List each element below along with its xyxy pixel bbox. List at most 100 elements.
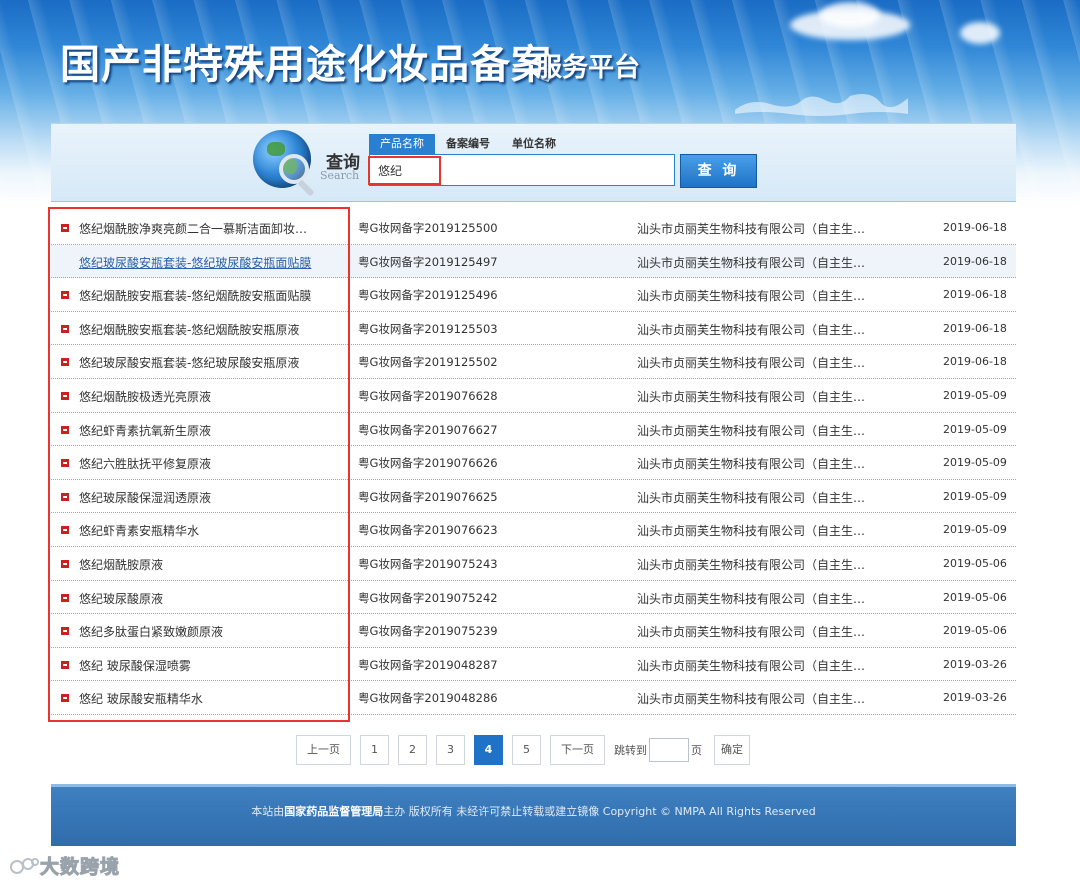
product-name-link[interactable]: 悠纪玻尿酸安瓶套装-悠纪玻尿酸安瓶面贴膜 (79, 254, 347, 271)
product-name-link[interactable]: 悠纪玻尿酸原液 (79, 590, 347, 607)
product-name-link[interactable]: 悠纪虾青素抗氧新生原液 (79, 422, 347, 439)
registration-number: 粤G妆网备字2019076627 (358, 422, 498, 437)
registration-number: 粤G妆网备字2019125496 (358, 288, 498, 303)
company-name: 汕头市贞丽芙生物科技有限公司（自主生… (637, 524, 866, 539)
table-row[interactable]: 悠纪玻尿酸保湿润透原液 粤G妆网备字2019076625 汕头市贞丽芙生物科技有限公… (51, 480, 1016, 514)
table-row[interactable]: 悠纪玻尿酸安瓶套装-悠纪玻尿酸安瓶原液 粤G妆网备字2019125502 汕头市贞丽… (51, 345, 1016, 379)
registration-number: 粤G妆网备字2019125502 (358, 355, 498, 370)
registration-date: 2019-06-18 (943, 321, 1007, 335)
registration-date: 2019-06-18 (943, 288, 1007, 302)
jump-confirm-button[interactable]: 确定 (714, 735, 750, 765)
product-name-link[interactable]: 悠纪烟酰胺净爽亮颜二合一慕斯洁面卸妆… (79, 220, 347, 237)
registration-date: 2019-05-09 (943, 456, 1007, 470)
bullet-icon (61, 559, 69, 568)
registration-date: 2019-05-06 (943, 624, 1007, 638)
company-name: 汕头市贞丽芙生物科技有限公司（自主生… (637, 457, 866, 472)
table-row[interactable]: 悠纪 玻尿酸安瓶精华水 粤G妆网备字2019048286 汕头市贞丽芙生物科技有限公… (51, 681, 1016, 715)
cloud-decoration (960, 22, 1000, 44)
product-name-link[interactable]: 悠纪玻尿酸安瓶套装-悠纪玻尿酸安瓶原液 (79, 354, 347, 371)
table-row[interactable]: 悠纪虾青素抗氧新生原液 粤G妆网备字2019076627 汕头市贞丽芙生物科技有限公… (51, 413, 1016, 447)
site-title: 国产非特殊用途化妆品备案 (60, 41, 552, 88)
company-name: 汕头市贞丽芙生物科技有限公司（自主生… (637, 658, 866, 673)
page-3-button[interactable]: 3 (436, 735, 465, 765)
bullet-icon (61, 425, 69, 434)
company-name: 汕头市贞丽芙生物科技有限公司（自主生… (637, 356, 866, 371)
bullet-icon (61, 694, 69, 703)
registration-number: 粤G妆网备字2019076625 (358, 489, 498, 504)
footer-agency-link[interactable]: 国家药品监督管理局 (284, 805, 383, 818)
prev-page-button[interactable]: 上一页 (296, 735, 351, 765)
product-name-link[interactable]: 悠纪烟酰胺原液 (79, 556, 347, 573)
product-name-link[interactable]: 悠纪烟酰胺安瓶套装-悠纪烟酰胺安瓶面贴膜 (79, 287, 347, 304)
watermark-text: 大数跨境 (39, 856, 121, 879)
page-4-button[interactable]: 4 (474, 735, 503, 765)
search-box (369, 154, 675, 186)
table-row[interactable]: 悠纪六胜肽抚平修复原液 粤G妆网备字2019076626 汕头市贞丽芙生物科技有限公… (51, 446, 1016, 480)
table-row[interactable]: 悠纪玻尿酸安瓶套装-悠纪玻尿酸安瓶面贴膜 粤G妆网备字2019125497 汕头市贞… (51, 244, 1016, 279)
registration-date: 2019-06-18 (943, 355, 1007, 369)
product-name-link[interactable]: 悠纪虾青素安瓶精华水 (79, 522, 347, 539)
table-row[interactable]: 悠纪烟酰胺安瓶套装-悠纪烟酰胺安瓶原液 粤G妆网备字2019125503 汕头市贞丽… (51, 312, 1016, 346)
magnifier-handle-icon (297, 179, 315, 197)
tab-product-name[interactable]: 产品名称 (369, 134, 435, 154)
table-row[interactable]: 悠纪多肽蛋白紧致嫩颜原液 粤G妆网备字2019075239 汕头市贞丽芙生物科技有限… (51, 614, 1016, 648)
tab-company-name[interactable]: 单位名称 (501, 134, 567, 154)
product-name-link[interactable]: 悠纪烟酰胺极透光亮原液 (79, 388, 347, 405)
company-name: 汕头市贞丽芙生物科技有限公司（自主生… (637, 423, 866, 438)
footer-copyright: 本站由国家药品监督管理局主办 版权所有 未经许可禁止转载或建立镜像 Copyri… (51, 803, 1016, 819)
registration-date: 2019-05-09 (943, 422, 1007, 436)
registration-date: 2019-05-09 (943, 388, 1007, 402)
site-subtitle: 服务平台 (536, 53, 641, 83)
footer-prefix: 本站由 (251, 805, 285, 818)
registration-date: 2019-03-26 (943, 691, 1007, 705)
table-row[interactable]: 悠纪虾青素安瓶精华水 粤G妆网备字2019076623 汕头市贞丽芙生物科技有限公司… (51, 513, 1016, 547)
registration-number: 粤G妆网备字2019048287 (358, 657, 498, 672)
footer: 本站由国家药品监督管理局主办 版权所有 未经许可禁止转载或建立镜像 Copyri… (51, 784, 1016, 846)
search-input[interactable] (372, 157, 672, 183)
company-name: 汕头市贞丽芙生物科技有限公司（自主生… (637, 222, 866, 236)
bullet-icon (61, 459, 69, 468)
table-row[interactable]: 悠纪玻尿酸原液 粤G妆网备字2019075242 汕头市贞丽芙生物科技有限公司（自主… (51, 581, 1016, 615)
bullet-icon (61, 593, 69, 602)
registration-number: 粤G妆网备字2019076628 (358, 388, 498, 403)
table-row[interactable]: 悠纪烟酰胺原液 粤G妆网备字2019075243 汕头市贞丽芙生物科技有限公司（自主… (51, 547, 1016, 581)
registration-number: 粤G妆网备字2019076623 (358, 523, 498, 538)
registration-date: 2019-05-06 (943, 556, 1007, 570)
jump-page-input[interactable] (649, 738, 689, 762)
next-page-button[interactable]: 下一页 (550, 735, 605, 765)
product-name-link[interactable]: 悠纪六胜肽抚平修复原液 (79, 455, 347, 472)
table-row[interactable]: 悠纪烟酰胺安瓶套装-悠纪烟酰胺安瓶面贴膜 粤G妆网备字2019125496 汕头市贞… (51, 278, 1016, 312)
company-name: 汕头市贞丽芙生物科技有限公司（自主生… (637, 289, 866, 304)
page-1-button[interactable]: 1 (360, 735, 389, 765)
company-name: 汕头市贞丽芙生物科技有限公司（自主生… (637, 692, 866, 707)
product-name-link[interactable]: 悠纪玻尿酸保湿润透原液 (79, 489, 347, 506)
bullet-icon (61, 526, 69, 535)
tab-registration-number[interactable]: 备案编号 (435, 134, 501, 154)
table-row[interactable]: 悠纪烟酰胺极透光亮原液 粤G妆网备字2019076628 汕头市贞丽芙生物科技有限公… (51, 379, 1016, 413)
bullet-icon (61, 291, 69, 300)
registration-number: 粤G妆网备字2019075243 (358, 556, 498, 571)
bullet-icon (61, 391, 69, 400)
table-row[interactable]: 悠纪 玻尿酸保湿喷雾 粤G妆网备字2019048287 汕头市贞丽芙生物科技有限公司… (51, 648, 1016, 682)
table-row[interactable]: 悠纪烟酰胺净爽亮颜二合一慕斯洁面卸妆… 粤G妆网备字2019125500 汕头市贞丽… (51, 211, 1016, 245)
page-2-button[interactable]: 2 (398, 735, 427, 765)
product-name-link[interactable]: 悠纪 玻尿酸保湿喷雾 (79, 657, 347, 674)
company-name: 汕头市贞丽芙生物科技有限公司（自主生… (637, 625, 866, 640)
registration-number: 粤G妆网备字2019125497 (358, 254, 498, 269)
page-5-button[interactable]: 5 (512, 735, 541, 765)
registration-number: 粤G妆网备字2019048286 (358, 691, 498, 706)
registration-number: 粤G妆网备字2019075242 (358, 590, 498, 605)
bullet-icon (61, 324, 69, 333)
product-name-link[interactable]: 悠纪 玻尿酸安瓶精华水 (79, 690, 347, 707)
registration-date: 2019-05-09 (943, 489, 1007, 503)
company-name: 汕头市贞丽芙生物科技有限公司（自主生… (637, 389, 866, 404)
search-label-en: Search (320, 169, 360, 182)
page-unit-label: 页 (691, 744, 702, 757)
search-button[interactable]: 查 询 (680, 154, 757, 188)
product-name-link[interactable]: 悠纪烟酰胺安瓶套装-悠纪烟酰胺安瓶原液 (79, 321, 347, 338)
search-panel: 查询 Search 产品名称 备案编号 单位名称 查 询 (51, 123, 1016, 202)
world-map-decoration (735, 94, 908, 116)
product-name-link[interactable]: 悠纪多肽蛋白紧致嫩颜原液 (79, 623, 347, 640)
jump-to-label: 跳转到 (614, 744, 647, 757)
company-name: 汕头市贞丽芙生物科技有限公司（自主生… (637, 322, 866, 337)
